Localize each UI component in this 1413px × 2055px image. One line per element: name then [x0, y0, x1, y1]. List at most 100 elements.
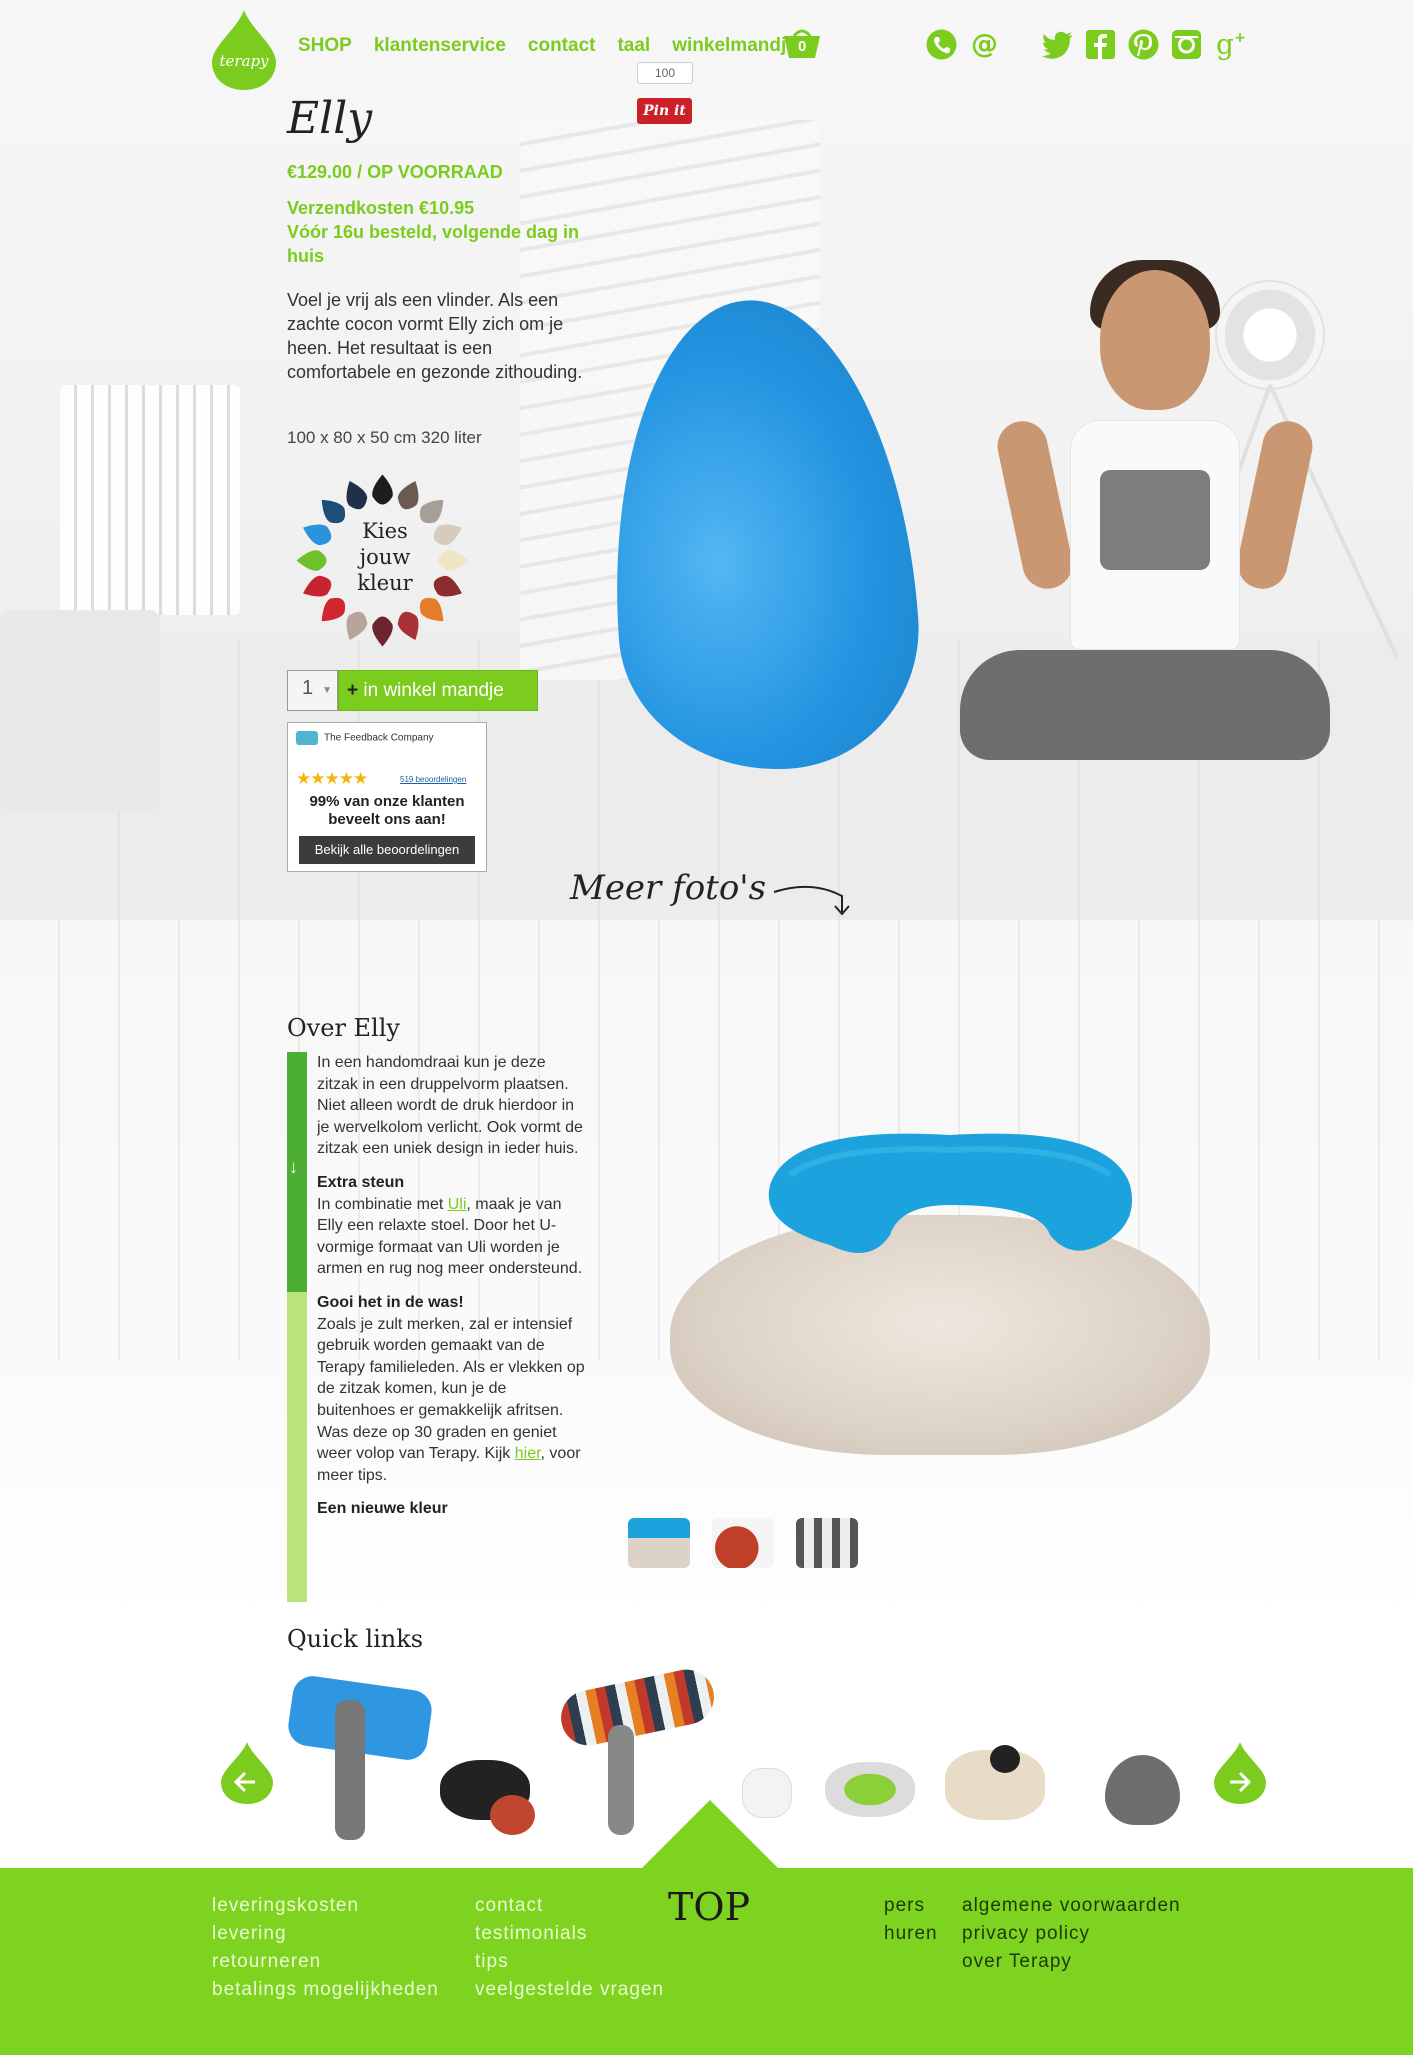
footer-link[interactable]: over Terapy	[962, 1948, 1181, 1976]
social-icons: @ g +	[925, 28, 1246, 61]
quicklink-item[interactable]	[335, 1700, 365, 1840]
quicklink-item[interactable]	[490, 1795, 535, 1835]
shipping-cost: Verzendkosten €10.95	[287, 198, 475, 218]
footer-link[interactable]: leveringskosten	[212, 1892, 439, 1920]
color-swatch[interactable]	[296, 550, 327, 571]
plus-icon: +	[347, 680, 359, 701]
feedback-widget: The Feedback Company ★★★★★ 519 beoordeli…	[287, 722, 487, 872]
product-price: €129.00 / OP VOORRAAD	[287, 162, 503, 182]
about-title: Over Elly	[287, 1014, 400, 1042]
quicklink-item[interactable]	[555, 1664, 720, 1751]
quicklink-item[interactable]	[990, 1745, 1020, 1773]
nav-klantenservice[interactable]: klantenservice	[374, 35, 506, 57]
color-swatch[interactable]	[438, 550, 469, 571]
phone-icon[interactable]	[925, 28, 958, 61]
arrow-right-icon[interactable]	[1212, 1740, 1268, 1806]
color-swatch[interactable]	[415, 593, 451, 629]
footer-peak	[640, 1800, 780, 1870]
tips-link[interactable]: hier	[515, 1445, 541, 1462]
email-icon[interactable]: @	[968, 28, 1001, 61]
delivery-promise: Vóór 16u besteld, volgende dag in huis	[287, 222, 580, 266]
shipping-info: Verzendkosten €10.95 Vóór 16u besteld, v…	[287, 196, 607, 268]
quicklink-item[interactable]	[608, 1725, 634, 1835]
chevron-down-icon: ▼	[322, 685, 332, 696]
text-scrollbar[interactable]: ↓	[287, 1052, 307, 1602]
arrow-left-icon[interactable]	[219, 1740, 275, 1806]
facebook-icon[interactable]	[1084, 28, 1117, 61]
footer-column-1: leveringskosten levering retourneren bet…	[212, 1892, 439, 2004]
sofa-image	[0, 610, 160, 810]
uli-link[interactable]: Uli	[448, 1196, 467, 1213]
feedback-header: The Feedback Company	[296, 731, 434, 745]
color-swatch[interactable]	[372, 616, 393, 647]
footer-link[interactable]: veelgestelde vragen	[475, 1976, 664, 2004]
footer-link[interactable]: tips	[475, 1948, 664, 1976]
photo-thumbnails	[628, 1518, 858, 1568]
color-picker-label: Kies jouw kleur	[357, 519, 413, 595]
color-swatch[interactable]	[314, 593, 350, 629]
footer-link[interactable]: testimonials	[475, 1920, 664, 1948]
pinterest-icon[interactable]	[1127, 28, 1160, 61]
footer-link[interactable]: pers	[884, 1892, 938, 1920]
footer-link[interactable]: contact	[475, 1892, 664, 1920]
quantity-value: 1	[302, 677, 314, 699]
nav-taal[interactable]: taal	[617, 35, 650, 57]
about-heading-wash: Gooi het in de was!	[317, 1293, 464, 1311]
arrow-down-icon[interactable]: ↓	[289, 1157, 298, 1178]
footer-link[interactable]: algemene voorwaarden	[962, 1892, 1181, 1920]
thumbnail-3[interactable]	[796, 1518, 858, 1568]
color-swatch[interactable]	[299, 518, 335, 548]
color-swatch[interactable]	[372, 474, 393, 505]
main-nav: SHOP klantenservice contact taal winkelm…	[298, 35, 797, 57]
footer-column-3: pers huren	[884, 1892, 938, 1948]
color-swatch[interactable]	[394, 608, 424, 644]
pin-it-button[interactable]: Pin it	[637, 98, 692, 124]
add-to-cart-label: in winkel mandje	[363, 680, 504, 701]
instagram-icon[interactable]	[1170, 28, 1203, 61]
footer-link[interactable]: levering	[212, 1920, 439, 1948]
feedback-company-icon	[296, 731, 318, 745]
quantity-select[interactable]: 1 ▼	[287, 670, 338, 711]
color-swatch[interactable]	[299, 572, 335, 602]
google-plus-icon[interactable]: g +	[1213, 28, 1246, 61]
nav-contact[interactable]: contact	[528, 35, 596, 57]
back-to-top-button[interactable]: TOP	[668, 1885, 750, 1929]
curved-arrow-icon[interactable]	[772, 880, 852, 920]
nav-winkelmandje[interactable]: winkelmandje	[672, 35, 797, 57]
nav-shop[interactable]: SHOP	[298, 35, 352, 57]
thumbnail-1[interactable]	[628, 1518, 690, 1568]
product-title: Elly	[287, 93, 373, 144]
quicklink-item[interactable]	[1105, 1755, 1180, 1825]
pin-count-badge: 100	[637, 62, 693, 84]
svg-text:g: g	[1216, 28, 1234, 61]
color-swatch[interactable]	[394, 477, 424, 513]
more-photos-link[interactable]: Meer foto's	[570, 868, 766, 908]
footer-link[interactable]: huren	[884, 1920, 938, 1948]
about-heading-support: Extra steun	[317, 1173, 405, 1191]
about-text: In een handomdraai kun je deze zitzak in…	[317, 1052, 589, 1602]
radiator-image	[60, 385, 240, 615]
svg-text:+: +	[1234, 30, 1246, 46]
recommend-text: 99% van onze klanten beveelt ons aan!	[309, 793, 465, 828]
color-swatch[interactable]	[340, 477, 370, 513]
about-intro: In een handomdraai kun je deze zitzak in…	[317, 1054, 583, 1158]
color-swatch[interactable]	[430, 572, 466, 602]
footer-link[interactable]: betalings mogelijkheden	[212, 1976, 439, 2004]
thumbnail-2[interactable]	[712, 1518, 774, 1568]
svg-text:@: @	[971, 29, 998, 60]
color-swatch[interactable]	[340, 608, 370, 644]
about-paragraph-wash: Zoals je zult merken, zal er intensief g…	[317, 1315, 585, 1484]
view-reviews-button[interactable]: Bekijk alle beoordelingen	[299, 836, 475, 864]
footer-link[interactable]: privacy policy	[962, 1920, 1181, 1948]
quicklink-item[interactable]	[825, 1762, 915, 1817]
twitter-icon[interactable]	[1041, 28, 1074, 61]
reviews-link[interactable]: 519 beoordelingen	[400, 775, 466, 784]
logo-drop-icon[interactable]: terapy	[210, 8, 278, 92]
rating-stars: ★★★★★	[296, 769, 368, 788]
color-swatch[interactable]	[430, 518, 466, 548]
quick-links-title: Quick links	[287, 1625, 424, 1653]
add-to-cart-button[interactable]: + in winkel mandje	[338, 670, 538, 711]
hero-section	[0, 0, 1413, 920]
footer-link[interactable]: retourneren	[212, 1948, 439, 1976]
footer-column-2: contact testimonials tips veelgestelde v…	[475, 1892, 664, 2004]
